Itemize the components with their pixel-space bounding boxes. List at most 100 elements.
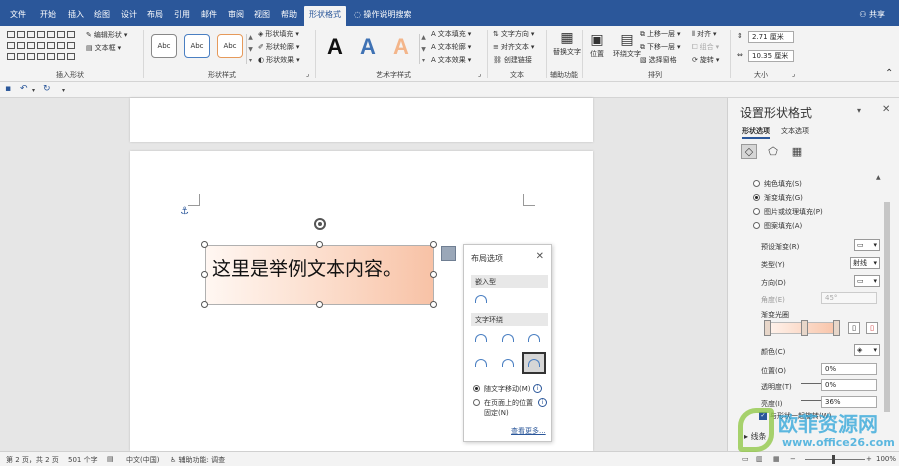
shape-icon[interactable] (37, 31, 45, 38)
wrap-inline-icon[interactable] (472, 291, 490, 307)
close-icon[interactable]: ✕ (536, 251, 544, 262)
shape-icon[interactable] (47, 53, 55, 60)
chevron-down-icon[interactable]: ▾ (32, 87, 35, 94)
tab-shape-options[interactable]: 形状选项 (742, 126, 770, 139)
dialog-launcher-icon[interactable]: ⌟ (792, 70, 795, 78)
shape-icon[interactable] (57, 53, 65, 60)
anchor-icon[interactable]: ⚓ (180, 206, 189, 217)
chevron-down-icon[interactable]: ▼ (248, 46, 253, 53)
resize-handle[interactable] (201, 271, 208, 278)
accessibility-status[interactable]: ♿ 辅助功能: 调查 (170, 455, 225, 465)
effects-pentagon-icon[interactable]: ⬠ (765, 144, 781, 159)
shape-icon[interactable] (67, 53, 75, 60)
info-icon[interactable]: i (538, 398, 547, 407)
gradient-stop-handle[interactable] (764, 320, 771, 336)
align-button[interactable]: ⫴ 对齐 ▾ (692, 29, 716, 39)
shape-height-input[interactable]: 2.71 厘米 (748, 31, 794, 43)
stop-position-input[interactable]: 0% (821, 363, 877, 375)
page-count[interactable]: 第 2 页，共 2 页 (6, 455, 59, 465)
shape-style-1[interactable]: Abc (151, 34, 177, 58)
gallery-more-icon[interactable]: ▾ (249, 57, 252, 64)
tab-references[interactable]: 引用 (174, 9, 190, 20)
shape-effects-button[interactable]: ◐ 形状效果 ▾ (258, 55, 300, 65)
scrollbar-thumb[interactable] (884, 202, 890, 412)
chevron-up-icon[interactable]: ▲ (876, 174, 881, 181)
fill-line-icon[interactable]: ◇ (741, 144, 757, 159)
layout-options-button[interactable] (441, 246, 456, 261)
shapes-gallery[interactable] (6, 30, 78, 66)
shape-icon[interactable] (57, 42, 65, 49)
tab-mailings[interactable]: 邮件 (201, 9, 217, 20)
text-outline-button[interactable]: A 文本轮廓 ▾ (431, 42, 471, 52)
size-properties-icon[interactable]: ▦ (789, 144, 805, 159)
tab-insert[interactable]: 插入 (68, 9, 84, 20)
resize-handle[interactable] (430, 301, 437, 308)
shape-icon[interactable] (67, 31, 75, 38)
wordart-gallery-scroll[interactable]: ▲ ▼ ▾ (419, 34, 427, 64)
fix-position-radio[interactable] (473, 399, 480, 406)
resize-handle[interactable] (430, 241, 437, 248)
tell-me-search[interactable]: ◌ 操作说明搜索 (354, 9, 412, 20)
dialog-launcher-icon[interactable]: ⌟ (478, 70, 481, 78)
transparency-slider[interactable] (801, 383, 821, 384)
send-backward-button[interactable]: ⧉ 下移一层 ▾ (640, 42, 681, 52)
zoom-out-icon[interactable]: − (790, 455, 796, 463)
remove-stop-button[interactable]: ▯ (866, 322, 878, 334)
preset-gradient-dropdown[interactable]: ▭ ▾ (854, 239, 880, 251)
resize-handle[interactable] (201, 301, 208, 308)
shape-icon[interactable] (57, 31, 65, 38)
shape-icon[interactable] (7, 53, 15, 60)
share-button[interactable]: ⚇ 共享 (859, 9, 885, 20)
shape-style-2[interactable]: Abc (184, 34, 210, 58)
tab-home[interactable]: 开始 (40, 9, 56, 20)
tab-view[interactable]: 视图 (254, 9, 270, 20)
shape-icon[interactable] (7, 42, 15, 49)
tab-draw[interactable]: 绘图 (94, 9, 110, 20)
wordart-style-blue[interactable]: A (360, 34, 376, 60)
tab-shape-format[interactable]: 形状格式 (304, 6, 346, 26)
textbox-button[interactable]: ▤ 文本框 ▾ (86, 43, 121, 53)
create-link-button[interactable]: ⛓ 创建链接 (493, 55, 532, 65)
zoom-level[interactable]: 100% (876, 455, 896, 463)
shape-icon[interactable] (27, 53, 35, 60)
chevron-up-icon[interactable]: ▲ (248, 34, 253, 41)
gradient-stop-handle[interactable] (833, 320, 840, 336)
wrap-in-front-icon[interactable] (522, 352, 546, 374)
undo-icon[interactable]: ↶ (20, 84, 28, 94)
color-picker-dropdown[interactable]: ◈ ▾ (854, 344, 880, 356)
dialog-launcher-icon[interactable]: ⌟ (306, 70, 309, 78)
wrap-behind-text-icon[interactable] (499, 355, 517, 371)
tab-layout[interactable]: 布局 (147, 9, 163, 20)
shape-outline-button[interactable]: ✐ 形状轮廓 ▾ (258, 42, 299, 52)
align-text-button[interactable]: ≡ 对齐文本 ▾ (493, 42, 534, 52)
wrap-square-icon[interactable] (472, 330, 490, 346)
shape-icon[interactable] (47, 31, 55, 38)
gallery-more-icon[interactable]: ▾ (422, 57, 425, 64)
shape-icon[interactable] (27, 31, 35, 38)
brightness-slider[interactable] (801, 400, 821, 401)
tab-help[interactable]: 帮助 (281, 9, 297, 20)
tab-review[interactable]: 审阅 (228, 9, 244, 20)
selection-pane-button[interactable]: ▧ 选择窗格 (640, 55, 677, 65)
wordart-style-black[interactable]: A (327, 34, 343, 60)
shape-icon[interactable] (17, 31, 25, 38)
shape-icon[interactable] (27, 42, 35, 49)
close-icon[interactable]: ✕ (882, 104, 890, 115)
see-more-link[interactable]: 查看更多... (511, 426, 546, 436)
chevron-down-icon[interactable]: ▼ (421, 46, 426, 53)
wordart-style-orange[interactable]: A (393, 34, 409, 60)
read-mode-icon[interactable]: ▥ (756, 455, 763, 463)
zoom-slider[interactable] (805, 459, 865, 460)
shape-icon[interactable] (37, 53, 45, 60)
info-icon[interactable]: i (533, 384, 542, 393)
transparency-input[interactable]: 0% (821, 379, 877, 391)
alt-text-button[interactable]: ▦ 替换文字 (553, 30, 581, 57)
focus-mode-icon[interactable]: ▭ (742, 455, 749, 463)
chevron-down-icon[interactable]: ▾ (857, 106, 861, 115)
save-icon[interactable]: ▪ (5, 84, 11, 94)
tab-file[interactable]: 文件 (10, 9, 26, 20)
shape-icon[interactable] (67, 42, 75, 49)
shape-style-3[interactable]: Abc (217, 34, 243, 58)
position-button[interactable]: ▣ 位置 (590, 32, 604, 59)
resize-handle[interactable] (316, 301, 323, 308)
